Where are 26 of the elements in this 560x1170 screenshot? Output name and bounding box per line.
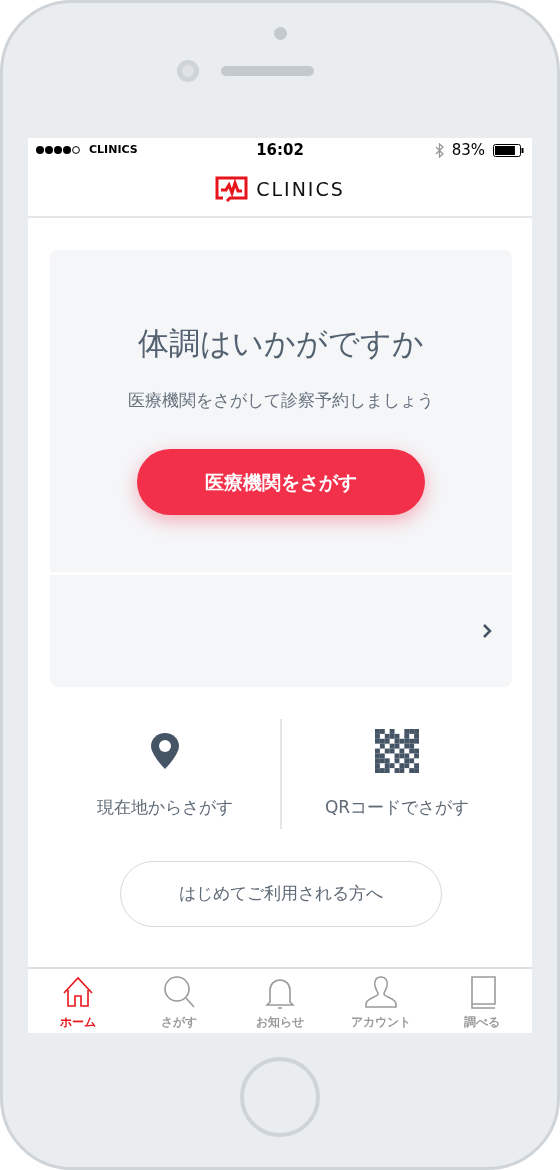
search-clinics-button[interactable]: 医療機関をさがす <box>137 449 425 516</box>
tab-button[interactable]: ホーム <box>28 969 129 1033</box>
shortcut-button[interactable]: QRコードでさがす <box>280 719 512 829</box>
tab-button[interactable]: お知らせ <box>229 969 331 1033</box>
search-icon <box>162 974 197 1010</box>
logo-icon <box>215 176 249 202</box>
logo-text: CLINICS <box>256 176 345 202</box>
qr-code-icon <box>375 729 419 773</box>
carrier-name: CLINICS <box>89 141 138 158</box>
shortcut-button[interactable]: 現在地からさがす <box>50 719 280 829</box>
battery-icon <box>493 143 524 157</box>
home-icon <box>61 974 96 1010</box>
first-time-guide-button[interactable]: はじめてご利用される方へ <box>120 860 442 927</box>
tab-button[interactable]: アカウント <box>330 969 432 1033</box>
person-icon <box>363 974 398 1010</box>
sensor-dot <box>273 27 287 40</box>
hero-title: 体調はいかがですか <box>138 324 424 363</box>
hero-subtitle: 医療機関をさがして診察予約しましょう <box>128 389 434 412</box>
front-camera <box>176 60 199 82</box>
status-time: 16:02 <box>255 139 305 161</box>
bluetooth-icon <box>434 142 444 158</box>
chevron-right-icon <box>482 623 492 639</box>
signal-icon <box>36 145 81 155</box>
tab-button[interactable]: さがす <box>128 969 230 1033</box>
tab-button[interactable]: 調べる <box>431 969 532 1033</box>
battery-percent: 83% <box>451 139 485 161</box>
